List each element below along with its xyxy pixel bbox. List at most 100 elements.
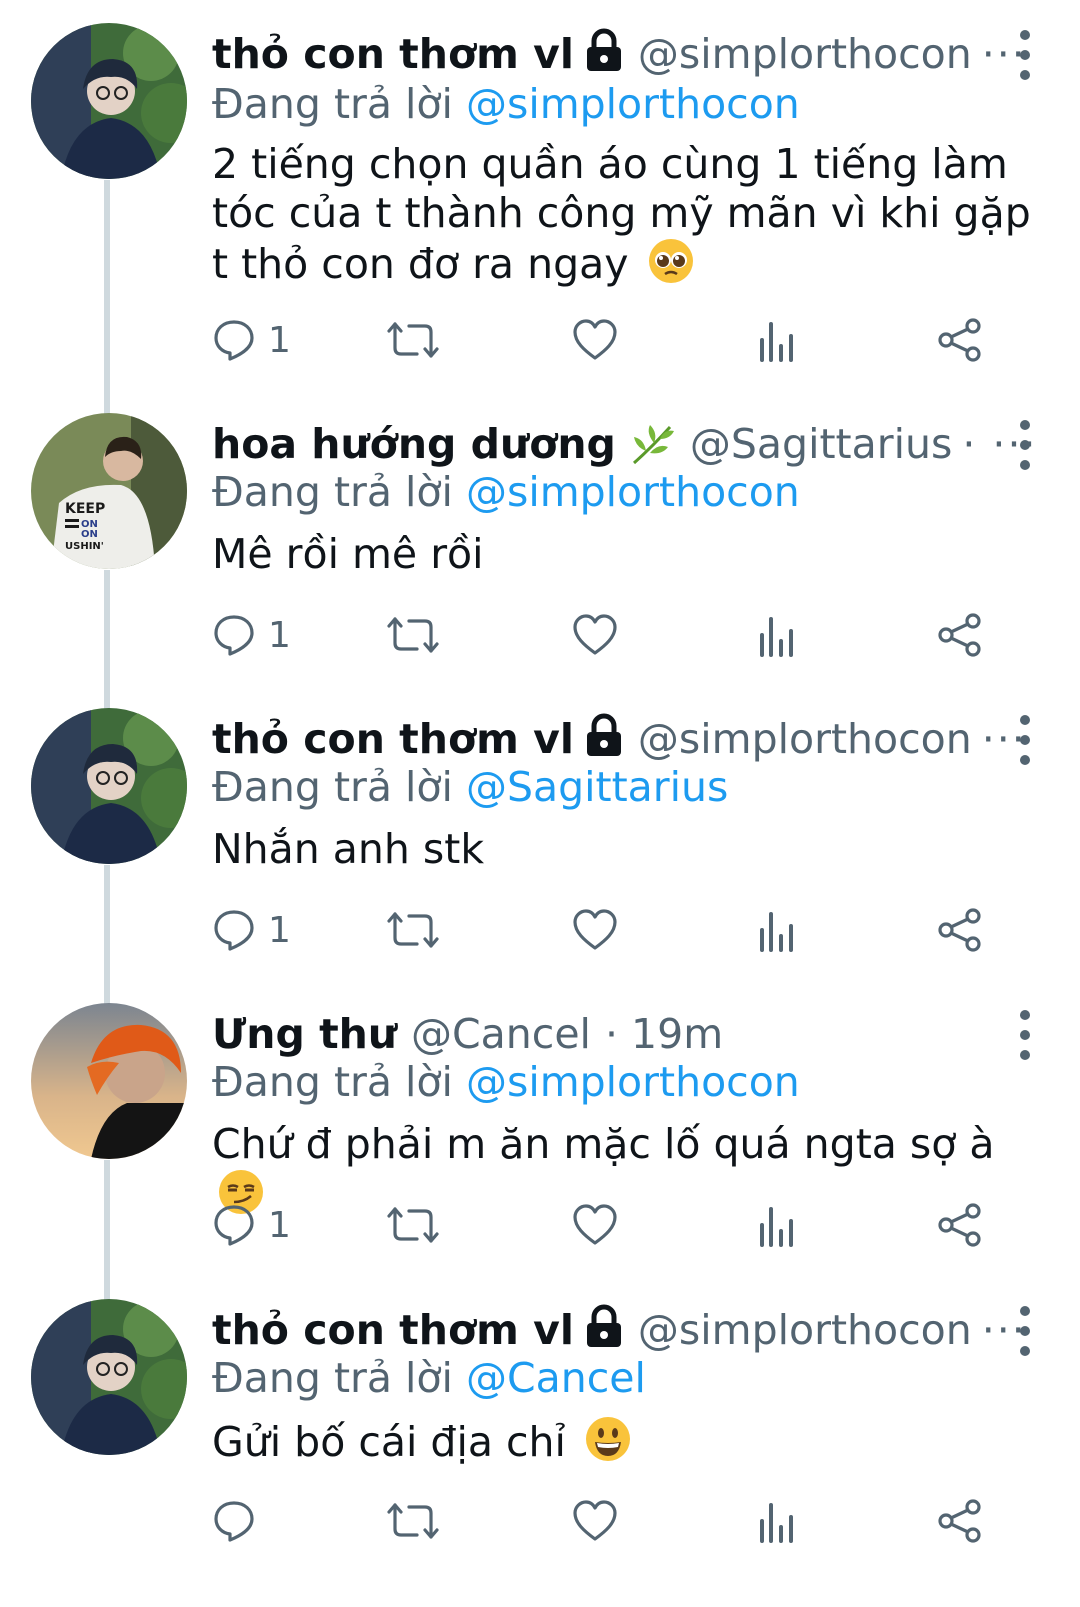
tweet-text: Gửi bố cái địa chỉ [212,1416,1042,1467]
avatar[interactable] [31,1299,187,1455]
replying-to-mention[interactable]: @Cancel [466,1354,646,1402]
like-button[interactable] [572,1195,618,1255]
reply-icon [214,910,254,951]
retweet-icon [387,912,439,948]
tweet-text: 2 tiếng chọn quần áo cùng 1 tiếng làm tó… [212,140,1042,289]
share-button[interactable] [937,605,983,665]
retweet-icon [387,617,439,653]
lock-icon [584,1304,624,1348]
avatar[interactable] [31,708,187,864]
display-name[interactable]: Ưng thư [212,1010,397,1058]
user-handle[interactable]: @simplorthocon [638,1306,972,1354]
reply-count: 1 [268,614,291,656]
thread-connector-line [104,865,110,1015]
display-name[interactable]: thỏ con thơm vl [212,30,574,78]
tweet-actions: 1 [212,1195,1032,1255]
reply-button[interactable]: 1 [212,900,291,960]
analytics-button[interactable] [757,310,797,370]
like-button[interactable] [572,605,618,665]
tweet-timestamp: · 19m [604,1010,724,1058]
heart-icon [573,319,617,360]
tweet-text-content: Chứ đ phải m ăn mặc lố quá ngta sợ à [212,1120,995,1168]
reply-button[interactable]: 1 [212,605,291,665]
analytics-icon [760,912,793,952]
replying-to-mention[interactable]: @simplorthocon [466,1058,800,1106]
user-handle[interactable]: @Cancel [411,1010,591,1058]
tweet-header: Ưng thư @Cancel · 19m [212,1008,723,1060]
share-button[interactable] [937,310,983,370]
display-name[interactable]: hoa hướng dương [212,420,616,468]
thread-connector-line [104,180,110,420]
avatar[interactable] [31,1003,187,1159]
heart-icon [573,614,617,655]
retweet-button[interactable] [387,1195,439,1255]
svg-text:USHIN': USHIN' [65,541,104,552]
tweet-actions: 1 [212,605,1032,665]
more-options-button[interactable] [1010,30,1040,80]
retweet-button[interactable] [387,1491,439,1551]
tweet-actions: 1 [212,310,1032,370]
thread-connector-line [104,1160,110,1310]
tweet-header: hoa hướng dương @Sagittarius · ··· [212,418,1038,470]
avatar[interactable] [31,23,187,179]
user-handle[interactable]: @Sagittarius [690,420,952,468]
share-button[interactable] [937,900,983,960]
replying-to-label: Đang trả lời [212,763,453,811]
replying-to-mention[interactable]: @simplorthocon [466,468,800,516]
reply-button[interactable]: 1 [212,1195,291,1255]
share-icon [938,318,981,362]
retweet-button[interactable] [387,605,439,665]
tweet-text-content: Gửi bố cái địa chỉ [212,1418,566,1466]
share-icon [938,1499,981,1543]
replying-to: Đang trả lời @Cancel [212,1354,646,1402]
more-options-button[interactable] [1010,1306,1040,1356]
reply-icon [214,320,254,361]
more-options-button[interactable] [1010,715,1040,765]
retweet-button[interactable] [387,310,439,370]
share-icon [938,908,981,952]
replying-to-label: Đang trả lời [212,1354,453,1402]
tweet-actions: 1 [212,900,1032,960]
reply-button[interactable]: 1 [212,310,291,370]
like-button[interactable] [572,900,618,960]
analytics-button[interactable] [757,605,797,665]
replying-to: Đang trả lời @simplorthocon [212,468,800,516]
retweet-button[interactable] [387,900,439,960]
reply-button[interactable] [212,1491,268,1551]
user-handle[interactable]: @simplorthocon [638,30,972,78]
heart-icon [573,1204,617,1245]
more-options-button[interactable] [1010,1010,1040,1060]
reply-icon [214,1205,254,1246]
like-button[interactable] [572,310,618,370]
replying-to: Đang trả lời @Sagittarius [212,763,728,811]
tweet-text-content: Mê rồi mê rồi [212,530,484,578]
replying-to-label: Đang trả lời [212,80,453,128]
display-name[interactable]: thỏ con thơm vl [212,1306,574,1354]
avatar[interactable]: KEEP ON ON USHIN' [31,413,187,569]
share-button[interactable] [937,1491,983,1551]
user-handle[interactable]: @simplorthocon [638,715,972,763]
analytics-icon [760,1503,793,1543]
lock-icon [584,28,624,72]
pleading-face-emoji [648,238,694,284]
heart-icon [573,1500,617,1541]
thread-connector-line [104,570,110,720]
analytics-button[interactable] [757,1491,797,1551]
more-options-button[interactable] [1010,420,1040,470]
svg-text:ON: ON [81,529,98,540]
replying-to-mention[interactable]: @simplorthocon [466,80,800,128]
tweet-text-content: 2 tiếng chọn quần áo cùng 1 tiếng làm tó… [212,140,1031,288]
analytics-button[interactable] [757,1195,797,1255]
reply-thread: thỏ con thơm vl @simplorthocon ··· Đang … [0,0,1080,1607]
analytics-icon [760,1207,793,1247]
reply-icon [214,1501,254,1542]
analytics-button[interactable] [757,900,797,960]
share-button[interactable] [937,1195,983,1255]
like-button[interactable] [572,1491,618,1551]
tweet-header: thỏ con thơm vl @simplorthocon ··· [212,713,1027,765]
tweet-text: Mê rồi mê rồi [212,530,1042,579]
display-name[interactable]: thỏ con thơm vl [212,715,574,763]
reply-count: 1 [268,319,291,361]
replying-to-mention[interactable]: @Sagittarius [466,763,728,811]
tweet-actions [212,1491,1032,1551]
